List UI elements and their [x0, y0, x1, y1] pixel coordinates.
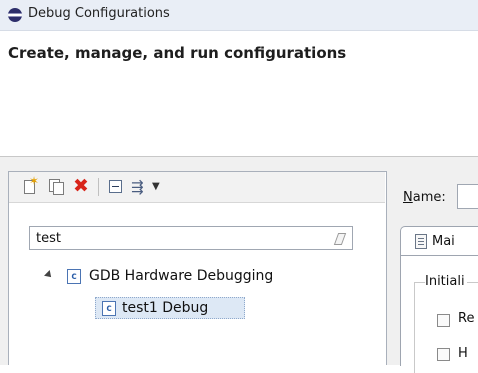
- tree-item-test1-debug[interactable]: c test1 Debug: [95, 297, 245, 319]
- main-tab-icon: [415, 234, 427, 249]
- tab-main[interactable]: Mai: [400, 226, 478, 256]
- tree-item-gdb-hardware-debugging[interactable]: c GDB Hardware Debugging: [44, 266, 344, 288]
- filter-input-value: test: [36, 231, 61, 246]
- window-title: Debug Configurations: [28, 6, 170, 21]
- eclipse-icon: [8, 8, 22, 22]
- filter-icon[interactable]: ⇶: [131, 178, 149, 196]
- halt-checkbox[interactable]: [437, 348, 450, 361]
- delete-icon[interactable]: ✖: [73, 176, 91, 196]
- clear-search-icon[interactable]: [333, 231, 347, 245]
- reset-checkbox-label: Re: [458, 311, 475, 326]
- halt-checkbox-label: H: [458, 346, 468, 361]
- name-label: Name:: [403, 190, 446, 205]
- new-config-icon[interactable]: ✶: [21, 175, 39, 196]
- collapse-all-icon[interactable]: [107, 178, 125, 196]
- configuration-name-input[interactable]: [457, 184, 478, 209]
- tree-item-label: GDB Hardware Debugging: [89, 268, 274, 284]
- duplicate-icon[interactable]: [47, 178, 65, 196]
- filter-input[interactable]: test: [29, 226, 353, 250]
- initialization-group-label: Initiali: [425, 274, 467, 289]
- tree-item-label: test1 Debug: [122, 300, 209, 316]
- c-config-icon: c: [102, 301, 116, 316]
- view-menu-icon[interactable]: ▼: [152, 178, 164, 196]
- toolbar-separator: [98, 178, 99, 196]
- reset-checkbox[interactable]: [437, 314, 450, 327]
- c-launch-type-icon: c: [67, 269, 81, 284]
- expand-toggle-icon[interactable]: [44, 270, 54, 280]
- header-title: Create, manage, and run configurations: [8, 44, 347, 62]
- window-titlebar[interactable]: Debug Configurations: [0, 0, 478, 31]
- tab-main-label: Mai: [432, 234, 455, 249]
- configuration-toolbar: [9, 172, 385, 203]
